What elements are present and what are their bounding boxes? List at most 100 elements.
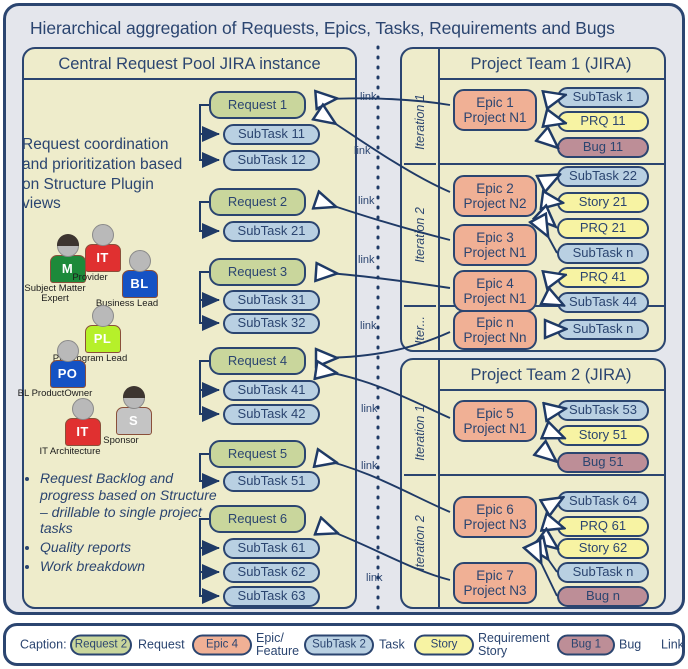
person-body-icon: S — [115, 407, 152, 435]
person-product-owner: PO BL ProductOwner — [18, 340, 97, 399]
legend-chip-story: Story — [414, 634, 474, 655]
item-node-story[interactable]: Story 62 — [557, 538, 649, 559]
epic-line-2: Project Nn — [463, 330, 527, 345]
lane-iteration-n: Iter... — [404, 305, 436, 352]
person-it-architecture: IT IT Architecture — [39, 398, 112, 457]
request-node[interactable]: Request 2 — [209, 188, 306, 216]
epic-node[interactable]: Epic n Project Nn — [453, 310, 537, 350]
epic-node[interactable]: Epic 1 Project N1 — [453, 89, 537, 131]
lane-iteration-2: Iteration 2 — [404, 474, 436, 609]
person-label: IT Architecture — [39, 446, 101, 457]
list-item: Quality reports — [40, 539, 220, 556]
epic-node[interactable]: Epic 2 Project N2 — [453, 175, 537, 217]
item-node-bug[interactable]: Bug 11 — [557, 137, 649, 158]
link-label: link — [360, 91, 377, 103]
subtask-node[interactable]: SubTask 31 — [223, 290, 320, 311]
epic-line-1: Epic 3 — [476, 229, 514, 245]
subtask-node[interactable]: SubTask 11 — [223, 124, 320, 145]
item-node-bug[interactable]: Bug n — [557, 586, 649, 607]
person-body-icon: IT — [64, 418, 101, 446]
epic-line-1: Epic 4 — [476, 275, 514, 291]
lane-label: Iteration 2 — [413, 514, 427, 571]
item-node-requirement[interactable]: PRQ 21 — [557, 218, 649, 239]
list-item: Work breakdown — [40, 558, 220, 575]
epic-line-2: Project N3 — [463, 517, 527, 532]
legend-bar: Caption: Request 2 Request Epic 4 Epic/F… — [3, 623, 685, 666]
item-node-story[interactable]: Story 51 — [557, 425, 649, 446]
lane-label: Iteration 1 — [413, 93, 427, 150]
lane-label: Iteration 1 — [413, 404, 427, 461]
link-label: link — [361, 403, 378, 415]
lane-separator — [438, 474, 664, 476]
item-node-bug[interactable]: Bug 51 — [557, 452, 649, 473]
item-node-subtask[interactable]: SubTask n — [557, 243, 649, 264]
lane-iteration-1: Iteration 1 — [404, 391, 436, 474]
item-node-subtask[interactable]: SubTask 53 — [557, 400, 649, 421]
diagram-root: Hierarchical aggregation of Requests, Ep… — [0, 0, 688, 669]
epic-node[interactable]: Epic 5 Project N1 — [453, 400, 537, 442]
item-node-requirement[interactable]: PRQ 61 — [557, 516, 649, 537]
subtask-node[interactable]: SubTask 61 — [223, 538, 320, 559]
person-head-icon — [56, 340, 79, 362]
epic-node[interactable]: Epic 3 Project N1 — [453, 224, 537, 266]
subtask-node[interactable]: SubTask 32 — [223, 313, 320, 334]
legend-text-task: Task — [379, 636, 405, 651]
person-head-icon — [71, 398, 94, 420]
epic-line-2: Project N1 — [463, 110, 527, 125]
legend-text-link: Link — [661, 636, 684, 651]
epic-line-1: Epic 5 — [476, 405, 514, 421]
subtask-node[interactable]: SubTask 42 — [223, 404, 320, 425]
epic-line-2: Project N1 — [463, 291, 527, 306]
epic-node[interactable]: Epic 4 Project N1 — [453, 270, 537, 312]
item-node-subtask[interactable]: SubTask n — [557, 562, 649, 583]
epic-node[interactable]: Epic 7 Project N3 — [453, 562, 537, 604]
epic-line-1: Epic 2 — [476, 180, 514, 196]
subtask-node[interactable]: SubTask 51 — [223, 471, 320, 492]
person-sponsor: S Sponsor — [103, 386, 163, 446]
request-node[interactable]: Request 1 — [209, 91, 306, 119]
epic-line-1: Epic 7 — [476, 567, 514, 583]
request-node[interactable]: Request 3 — [209, 258, 306, 286]
epic-node[interactable]: Epic 6 Project N3 — [453, 496, 537, 538]
pool-description: Request coordination and prioritization … — [22, 136, 183, 213]
item-node-subtask[interactable]: SubTask 64 — [557, 491, 649, 512]
request-node[interactable]: Request 4 — [209, 347, 306, 375]
legend-chip-epic: Epic 4 — [192, 634, 252, 655]
epic-line-1: Epic n — [476, 314, 514, 330]
lane-rail — [438, 360, 440, 607]
lane-label: Iter... — [413, 315, 427, 344]
subtask-node[interactable]: SubTask 12 — [223, 150, 320, 171]
person-body-icon: BL — [121, 270, 158, 298]
item-node-story[interactable]: Story 21 — [557, 192, 649, 213]
legend-prefix: Caption: — [20, 636, 67, 651]
subtask-node[interactable]: SubTask 63 — [223, 586, 320, 607]
person-business-lead: BL Business Lead — [96, 250, 169, 309]
legend-text-epic: Epic/Feature — [256, 630, 300, 658]
epic-line-2: Project N1 — [463, 421, 527, 436]
person-body-icon: PO — [49, 360, 86, 388]
item-node-subtask[interactable]: SubTask 44 — [557, 292, 649, 313]
person-head-icon — [91, 224, 114, 246]
link-label: link — [354, 145, 371, 157]
link-label: link — [358, 195, 375, 207]
subtask-node[interactable]: SubTask 62 — [223, 562, 320, 583]
item-node-subtask[interactable]: SubTask 1 — [557, 87, 649, 108]
subtask-node[interactable]: SubTask 21 — [223, 221, 320, 242]
epic-line-2: Project N3 — [463, 583, 527, 598]
project-team-1-header: Project Team 1 (JIRA) — [438, 49, 664, 80]
item-node-subtask[interactable]: SubTask 22 — [557, 166, 649, 187]
link-label: link — [361, 460, 378, 472]
item-node-requirement[interactable]: PRQ 11 — [557, 111, 649, 132]
list-item: Request Backlog and progress based on St… — [40, 470, 220, 537]
request-node[interactable]: Request 6 — [209, 505, 306, 533]
lane-label: Iteration 2 — [413, 207, 427, 263]
subtask-node[interactable]: SubTask 41 — [223, 380, 320, 401]
link-label: link — [360, 320, 377, 332]
central-pool-header: Central Request Pool JIRA instance — [24, 49, 355, 80]
item-node-requirement[interactable]: PRQ 41 — [557, 267, 649, 288]
request-node[interactable]: Request 5 — [209, 440, 306, 468]
legend-chip-bug: Bug 1 — [557, 634, 615, 655]
legend-text-request: Request — [138, 636, 185, 651]
item-node-subtask[interactable]: SubTask n — [557, 319, 649, 340]
page-title: Hierarchical aggregation of Requests, Ep… — [30, 18, 615, 38]
